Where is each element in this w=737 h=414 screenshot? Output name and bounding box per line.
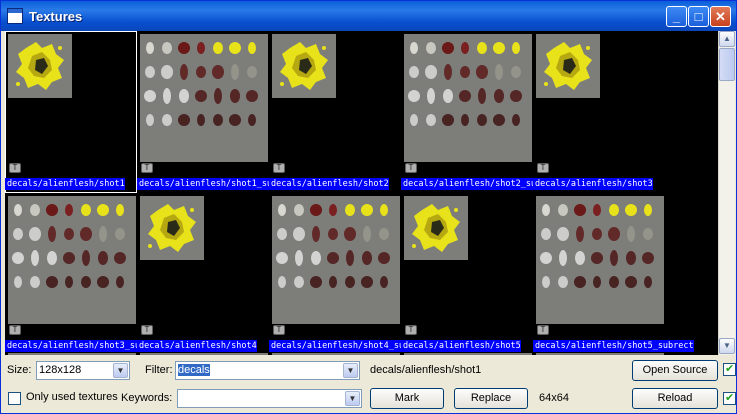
texture-label: decals/alienflesh/shot2 bbox=[269, 178, 389, 190]
texture-grid[interactable]: Tdecals/alienflesh/shot1 Tdecals/alienfle… bbox=[5, 31, 718, 355]
texture-type-badge: T bbox=[141, 163, 153, 173]
texture-tile-partial bbox=[536, 353, 664, 355]
texture-tile-partial bbox=[404, 353, 532, 355]
close-button[interactable]: ✕ bbox=[710, 6, 731, 27]
scroll-down-button[interactable]: ▼ bbox=[719, 338, 735, 354]
texture-thumbnail[interactable] bbox=[8, 34, 72, 98]
texture-type-badge: T bbox=[537, 325, 549, 335]
texture-thumbnail[interactable] bbox=[272, 196, 400, 324]
texture-label: decals/alienflesh/shot4 bbox=[137, 340, 257, 352]
only-used-textures-checkbox[interactable] bbox=[8, 392, 21, 405]
texture-thumbnail[interactable] bbox=[404, 196, 468, 260]
texture-tile[interactable]: Tdecals/alienflesh/shot3 bbox=[533, 31, 665, 193]
title-bar[interactable]: Textures _ □ ✕ bbox=[1, 1, 736, 31]
texture-type-badge: T bbox=[9, 163, 21, 173]
chevron-down-icon[interactable]: ▼ bbox=[345, 391, 360, 406]
mark-button[interactable]: Mark bbox=[370, 388, 444, 409]
texture-type-badge: T bbox=[537, 163, 549, 173]
texture-tile-partial bbox=[140, 353, 268, 355]
keywords-label: Keywords: bbox=[121, 392, 173, 404]
keywords-input[interactable]: ▼ bbox=[177, 389, 362, 408]
texture-thumbnail[interactable] bbox=[140, 196, 204, 260]
texture-tile-partial bbox=[8, 353, 136, 355]
size-select[interactable]: 128x128 ▼ bbox=[36, 361, 130, 380]
filter-input[interactable]: decals ▼ bbox=[175, 361, 360, 380]
chevron-down-icon[interactable]: ▼ bbox=[113, 363, 128, 378]
texture-label: decals/alienflesh/shot1 bbox=[5, 178, 125, 190]
texture-tile[interactable]: Tdecals/alienflesh/shot1_subrect bbox=[137, 31, 298, 193]
texture-thumbnail[interactable] bbox=[536, 34, 600, 98]
selected-texture-name: decals/alienflesh/shot1 bbox=[370, 364, 482, 376]
texture-type-badge: T bbox=[405, 325, 417, 335]
texture-tile[interactable]: Tdecals/alienflesh/shot4_subrect bbox=[269, 193, 430, 355]
textures-window: Textures _ □ ✕ Tdecals/alienflesh/shot1 T… bbox=[0, 0, 737, 414]
texture-tile-partial bbox=[272, 353, 400, 355]
reload-checkbox[interactable] bbox=[723, 391, 736, 405]
texture-tile[interactable]: Tdecals/alienflesh/shot3_subrect bbox=[5, 193, 166, 355]
texture-tile[interactable]: Tdecals/alienflesh/shot5 bbox=[401, 193, 533, 355]
scroll-up-button[interactable]: ▲ bbox=[719, 31, 735, 47]
maximize-button[interactable]: □ bbox=[688, 6, 709, 27]
chevron-down-icon[interactable]: ▼ bbox=[343, 363, 358, 378]
texture-tile[interactable]: Tdecals/alienflesh/shot2_subrect bbox=[401, 31, 562, 193]
vertical-scrollbar[interactable]: ▲ ▼ bbox=[718, 31, 735, 355]
texture-type-badge: T bbox=[405, 163, 417, 173]
texture-type-badge: T bbox=[273, 325, 285, 335]
texture-label: decals/alienflesh/shot5 bbox=[401, 340, 521, 352]
texture-thumbnail[interactable] bbox=[140, 34, 268, 162]
texture-type-badge: T bbox=[9, 325, 21, 335]
filter-label: Filter: bbox=[145, 364, 173, 376]
texture-thumbnail[interactable] bbox=[8, 196, 136, 324]
texture-thumbnail[interactable] bbox=[404, 34, 532, 162]
filter-value: decals bbox=[178, 364, 210, 376]
texture-label: decals/alienflesh/shot5_subrect bbox=[533, 340, 694, 352]
texture-tile[interactable]: Tdecals/alienflesh/shot5_subrect bbox=[533, 193, 694, 355]
window-icon bbox=[7, 8, 23, 24]
reload-button[interactable]: Reload bbox=[632, 388, 718, 409]
texture-label: decals/alienflesh/shot3 bbox=[533, 178, 653, 190]
minimize-button[interactable]: _ bbox=[666, 6, 687, 27]
texture-tile[interactable]: Tdecals/alienflesh/shot4 bbox=[137, 193, 269, 355]
size-value: 128x128 bbox=[39, 364, 82, 376]
window-title: Textures bbox=[29, 8, 83, 24]
open-source-checkbox[interactable] bbox=[723, 362, 736, 376]
texture-thumbnail[interactable] bbox=[272, 34, 336, 98]
texture-tile[interactable]: Tdecals/alienflesh/shot1 bbox=[5, 31, 137, 193]
size-label: Size: bbox=[7, 364, 32, 376]
texture-tile[interactable]: Tdecals/alienflesh/shot2 bbox=[269, 31, 401, 193]
texture-type-badge: T bbox=[273, 163, 285, 173]
texture-dimensions: 64x64 bbox=[539, 392, 569, 404]
only-used-textures-label: Only used textures bbox=[26, 391, 118, 403]
texture-thumbnail[interactable] bbox=[536, 196, 664, 324]
texture-type-badge: T bbox=[141, 325, 153, 335]
replace-button[interactable]: Replace bbox=[454, 388, 528, 409]
scroll-thumb[interactable] bbox=[719, 48, 735, 81]
open-source-button[interactable]: Open Source bbox=[632, 360, 718, 381]
